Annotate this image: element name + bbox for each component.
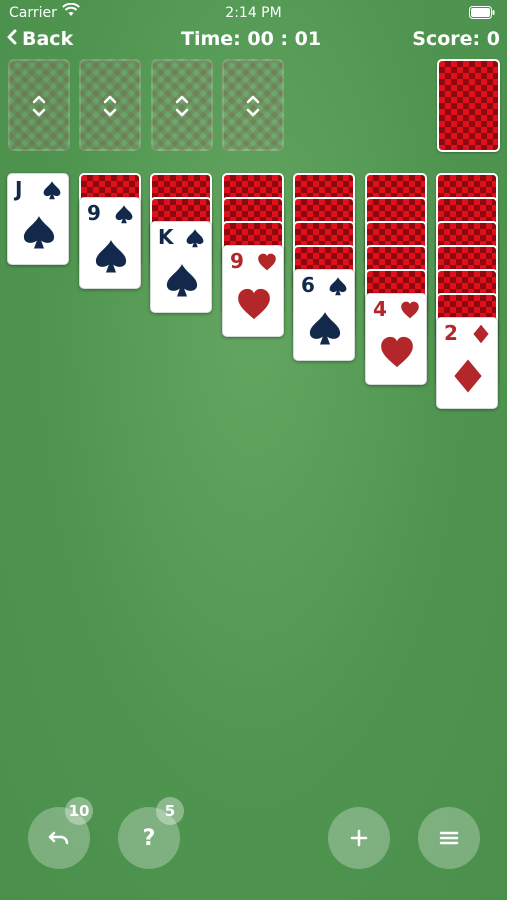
undo-button[interactable]: 10 (28, 797, 93, 869)
up-down-arrows-icon (175, 95, 189, 117)
up-down-arrows-icon (246, 95, 260, 117)
card-rank: J (15, 177, 23, 201)
playing-card[interactable]: 4 (365, 293, 427, 385)
playing-card[interactable]: J (7, 173, 69, 265)
spades-icon (329, 277, 347, 296)
spades-icon (309, 312, 341, 345)
game-header: Back Time: 00 : 01 Score: 0 (0, 26, 507, 54)
back-button[interactable]: Back (6, 28, 73, 50)
foundation-slot-3[interactable] (151, 59, 213, 151)
hint-count-badge: 5 (156, 797, 184, 825)
spades-icon (23, 216, 55, 249)
spades-icon (43, 181, 61, 200)
card-rank: 9 (87, 201, 101, 225)
menu-icon (439, 831, 459, 845)
spades-icon (115, 205, 133, 224)
hint-button[interactable]: ? 5 (118, 797, 184, 869)
playing-card[interactable]: 2 (436, 317, 498, 409)
plus-icon (350, 829, 368, 847)
status-bar: Carrier 2:14 PM (0, 0, 507, 26)
playing-card[interactable]: 6 (293, 269, 355, 361)
diamonds-icon (454, 359, 482, 393)
spades-icon (166, 264, 198, 297)
card-rank: 2 (444, 321, 458, 345)
hearts-icon (381, 336, 413, 368)
score: Score: 0 (412, 28, 500, 50)
card-rank: 6 (301, 273, 315, 297)
card-rank: K (158, 225, 174, 249)
back-label: Back (22, 28, 74, 50)
stock-pile[interactable] (437, 59, 500, 152)
playing-card[interactable]: K (150, 221, 212, 313)
card-rank: 9 (230, 249, 244, 273)
clock: 2:14 PM (225, 5, 282, 21)
new-game-button[interactable] (328, 807, 390, 869)
battery-icon (469, 6, 495, 23)
playing-card[interactable]: 9 (222, 245, 284, 337)
foundation-slot-2[interactable] (79, 59, 141, 151)
chevron-left-icon (6, 28, 18, 50)
hearts-icon (258, 253, 276, 271)
hearts-icon (238, 288, 270, 320)
diamonds-icon (473, 324, 489, 344)
foundation-slot-1[interactable] (8, 59, 70, 151)
up-down-arrows-icon (103, 95, 117, 117)
hearts-icon (401, 301, 419, 319)
timer: Time: 00 : 01 (181, 28, 322, 50)
spades-icon (95, 240, 127, 273)
foundation-slot-4[interactable] (222, 59, 284, 151)
undo-icon (48, 831, 69, 845)
menu-button[interactable] (418, 807, 480, 869)
up-down-arrows-icon (32, 95, 46, 117)
spades-icon (186, 229, 204, 248)
question-icon: ? (142, 825, 156, 851)
undo-count-badge: 10 (65, 797, 93, 825)
playing-card[interactable]: 9 (79, 197, 141, 289)
card-rank: 4 (373, 297, 387, 321)
